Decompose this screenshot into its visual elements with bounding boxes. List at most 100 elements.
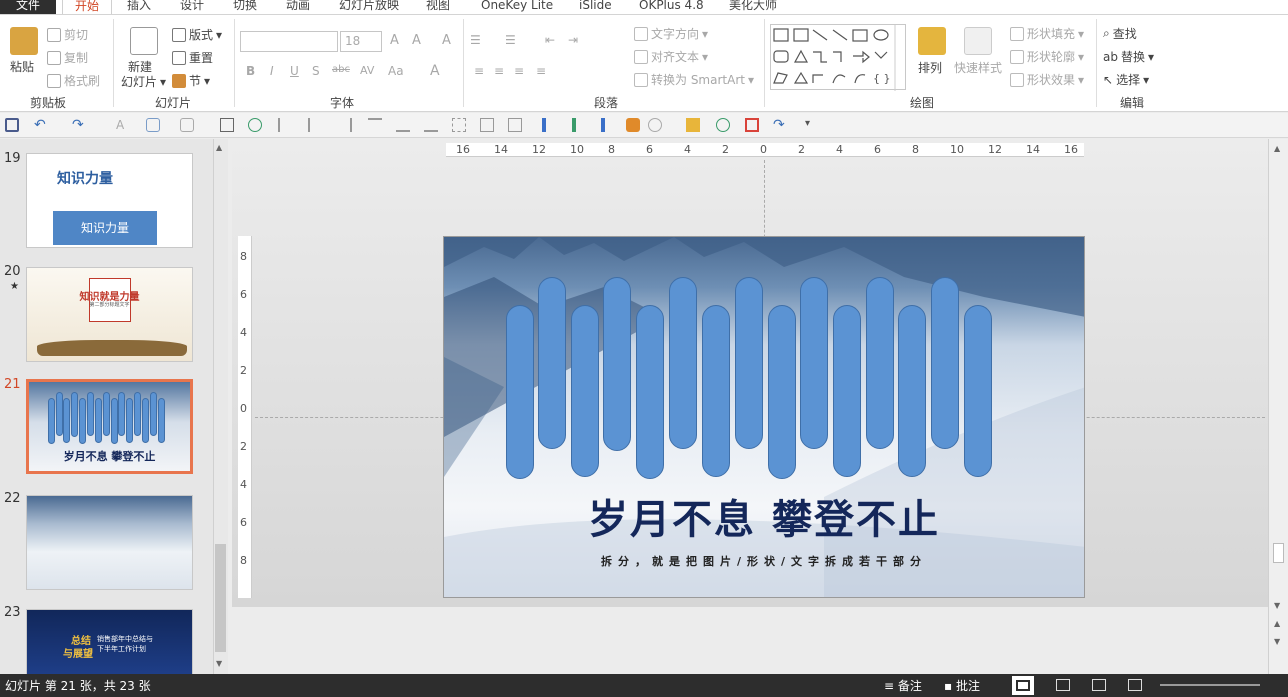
tab-animations[interactable]: 动画 bbox=[286, 0, 310, 14]
text-color-icon[interactable]: A bbox=[116, 118, 130, 132]
pill-shape[interactable] bbox=[571, 305, 599, 477]
customize-qat-icon[interactable]: ▾ bbox=[805, 118, 819, 132]
slide-thumbnail-21[interactable]: 岁月不息 攀登不止 bbox=[26, 379, 193, 474]
group-icon[interactable] bbox=[480, 118, 494, 132]
tab-home[interactable]: 开始 bbox=[62, 0, 112, 14]
scroll-thumb[interactable] bbox=[215, 544, 226, 652]
pill-shape[interactable] bbox=[964, 305, 992, 477]
reset-button[interactable]: 重置 bbox=[172, 49, 213, 66]
justify-button[interactable]: ≡ bbox=[536, 64, 546, 78]
text-direction-button[interactable]: 文字方向 ▾ bbox=[634, 25, 708, 42]
slide-subtitle[interactable]: 拆分，就是把图片/形状/文字拆成若干部分 bbox=[444, 553, 1084, 569]
vertical-scrollbar[interactable]: ▲ ▼ ▲ ▼ bbox=[1268, 139, 1288, 674]
repeat-icon[interactable]: ↷ bbox=[773, 118, 787, 132]
intersect-icon[interactable] bbox=[648, 118, 662, 132]
slide-thumbnail-23[interactable]: 总结 与展望 销售部年中总结与 下半年工作计划 bbox=[26, 609, 193, 679]
align-middle-qat-icon[interactable] bbox=[396, 118, 410, 132]
align-text-button[interactable]: 对齐文本 ▾ bbox=[634, 48, 708, 65]
italic-button[interactable]: I bbox=[270, 64, 274, 78]
scroll-up-icon[interactable]: ▲ bbox=[1274, 144, 1280, 153]
slide-thumbnail-19[interactable]: 知识力量 知识力量 bbox=[26, 153, 193, 248]
next-slide-icon[interactable]: ▼ bbox=[1274, 637, 1280, 646]
align-center-button[interactable]: ≡ bbox=[494, 64, 504, 78]
tab-design[interactable]: 设计 bbox=[180, 0, 204, 14]
paste-button[interactable]: 粘贴 bbox=[10, 58, 34, 75]
undo-icon[interactable]: ↶ bbox=[34, 118, 48, 132]
tab-onekey[interactable]: OneKey Lite bbox=[481, 0, 553, 14]
bar-blue-2-icon[interactable] bbox=[601, 118, 605, 132]
align-center-qat-icon[interactable] bbox=[308, 118, 322, 132]
new-slide-dropdown[interactable]: 幻灯片 ▾ bbox=[121, 73, 166, 90]
pill-shape[interactable] bbox=[931, 277, 959, 449]
pill-shape[interactable] bbox=[768, 305, 796, 479]
pill-shape[interactable] bbox=[800, 277, 828, 449]
shape-outline-button[interactable]: 形状轮廓 ▾ bbox=[1010, 48, 1084, 65]
increase-indent-button[interactable]: ⇥ bbox=[568, 33, 578, 47]
pill-shape[interactable] bbox=[636, 305, 664, 479]
tab-slideshow[interactable]: 幻灯片放映 bbox=[339, 0, 399, 14]
font-size-select[interactable]: 18 bbox=[340, 31, 382, 52]
align-left-button[interactable]: ≡ bbox=[474, 64, 484, 78]
previous-slide-icon[interactable]: ▲ bbox=[1274, 619, 1280, 628]
tab-okplus[interactable]: OKPlus 4.8 bbox=[639, 0, 704, 14]
slide-thumbnail-20[interactable]: 知识就是力量 第二部分标题文字 bbox=[26, 267, 193, 362]
comments-button[interactable]: ▪ 批注 bbox=[944, 677, 980, 694]
crop-icon[interactable] bbox=[745, 118, 759, 132]
redo-icon[interactable]: ↷ bbox=[72, 118, 86, 132]
pill-shape[interactable] bbox=[603, 277, 631, 451]
decrease-indent-button[interactable]: ⇤ bbox=[545, 33, 555, 47]
scroll-up-icon[interactable]: ▲ bbox=[216, 143, 222, 152]
change-case-button[interactable]: Aa bbox=[388, 64, 404, 78]
shrink-font-button[interactable]: A bbox=[412, 33, 421, 48]
shape-effects-button[interactable]: 形状效果 ▾ bbox=[1010, 71, 1084, 88]
strike-button[interactable]: abc bbox=[332, 64, 350, 75]
smartart-button[interactable]: 转换为 SmartArt ▾ bbox=[634, 71, 754, 88]
slide-title[interactable]: 岁月不息 攀登不止 bbox=[444, 487, 1084, 545]
ungroup-icon[interactable] bbox=[508, 118, 522, 132]
pill-shape[interactable] bbox=[833, 305, 861, 477]
shape-fill-qat-icon[interactable] bbox=[146, 118, 160, 132]
tab-view[interactable]: 视图 bbox=[426, 0, 450, 14]
bullets-button[interactable]: ☰ bbox=[470, 33, 481, 47]
align-right-qat-icon[interactable] bbox=[338, 118, 352, 132]
grow-font-button[interactable]: A bbox=[390, 33, 399, 48]
font-family-select[interactable] bbox=[240, 31, 338, 52]
shape-fill-button[interactable]: 形状填充 ▾ bbox=[1010, 25, 1084, 42]
align-top-qat-icon[interactable] bbox=[368, 118, 382, 132]
pill-shape[interactable] bbox=[735, 277, 763, 449]
pill-shape[interactable] bbox=[506, 305, 534, 479]
pill-shape[interactable] bbox=[538, 277, 566, 449]
vertical-ruler[interactable]: 8 6 4 2 0 2 4 6 8 bbox=[238, 236, 252, 598]
numbering-button[interactable]: ☰ bbox=[505, 33, 516, 47]
save-icon[interactable] bbox=[5, 118, 19, 132]
clear-format-button[interactable]: A bbox=[442, 33, 451, 48]
tab-meihua[interactable]: 美化大师 bbox=[729, 0, 777, 14]
scroll-down-icon[interactable]: ▼ bbox=[216, 659, 222, 668]
shape-outline-qat-icon[interactable] bbox=[180, 118, 194, 132]
horizontal-ruler[interactable]: 16 14 12 10 8 6 4 2 0 2 4 6 8 10 12 14 16 bbox=[446, 143, 1084, 157]
textbox-icon[interactable] bbox=[220, 118, 234, 132]
underline-button[interactable]: U bbox=[290, 64, 299, 78]
arrange-button[interactable]: 排列 bbox=[918, 59, 942, 76]
pill-shape[interactable] bbox=[702, 305, 730, 477]
char-spacing-button[interactable]: AV bbox=[360, 64, 374, 77]
fill-yellow-icon[interactable] bbox=[686, 118, 700, 132]
pill-shape[interactable] bbox=[898, 305, 926, 477]
slide-thumbnail-22[interactable] bbox=[26, 495, 193, 590]
pill-shape[interactable] bbox=[669, 277, 697, 449]
section-button[interactable]: 节 ▾ bbox=[172, 72, 210, 89]
tab-islide[interactable]: iSlide bbox=[579, 0, 612, 14]
cut-button[interactable]: 剪切 bbox=[47, 26, 88, 43]
tab-insert[interactable]: 插入 bbox=[127, 0, 151, 14]
shadow-button[interactable]: S bbox=[312, 64, 320, 78]
scroll-thumb[interactable] bbox=[1273, 543, 1284, 563]
zoom-slider[interactable] bbox=[1160, 684, 1260, 686]
merge-shapes-icon[interactable] bbox=[626, 118, 640, 132]
bold-button[interactable]: B bbox=[246, 64, 255, 78]
scroll-down-icon[interactable]: ▼ bbox=[1274, 601, 1280, 610]
align-bottom-qat-icon[interactable] bbox=[424, 118, 438, 132]
bar-green-icon[interactable] bbox=[572, 118, 576, 132]
pill-shape[interactable] bbox=[866, 277, 894, 449]
font-color-button[interactable]: A bbox=[430, 63, 440, 79]
tab-transitions[interactable]: 切换 bbox=[233, 0, 257, 14]
